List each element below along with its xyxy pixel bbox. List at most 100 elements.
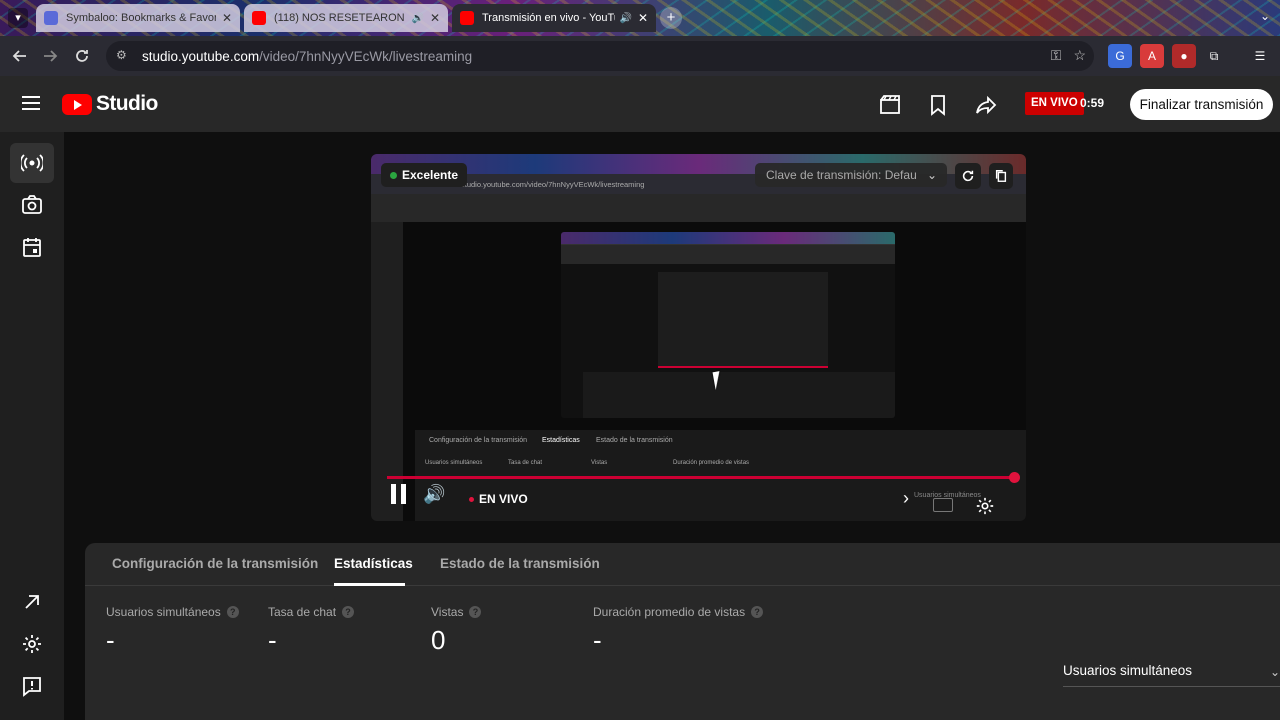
stream-health-label: Excelente xyxy=(402,168,459,182)
pause-button[interactable] xyxy=(391,484,406,504)
gear-icon xyxy=(23,635,41,653)
rail-item-feedback[interactable] xyxy=(10,666,54,706)
star-icon[interactable]: ☆ xyxy=(1073,47,1086,64)
chevron-down-icon: ⌄ xyxy=(1269,665,1280,679)
metric-views: Vistas? 0 xyxy=(431,605,482,656)
tab-selected-indicator xyxy=(334,583,405,586)
help-icon[interactable]: ? xyxy=(751,606,764,618)
metric-chat-rate: Tasa de chat? - xyxy=(268,605,355,656)
metric-value: - xyxy=(593,625,602,655)
refresh-icon xyxy=(962,170,974,182)
bookmark-icon[interactable] xyxy=(927,94,949,116)
share-icon[interactable] xyxy=(975,94,997,116)
tab-close-icon[interactable]: ✕ xyxy=(222,11,232,25)
url-host: studio.youtube.com xyxy=(142,48,260,64)
rail-item-live[interactable] xyxy=(10,143,54,183)
calendar-icon xyxy=(23,238,41,257)
mini-metric-chat: Tasa de chat xyxy=(508,460,543,466)
stream-key-dropdown[interactable]: Clave de transmisión: Defau ⌄ xyxy=(755,163,947,187)
mini-metric-duration: Duración promedio de vistas xyxy=(673,460,750,466)
preview-nested-capture xyxy=(561,232,895,418)
stream-panel: Configuración de la transmisión Estadíst… xyxy=(85,543,1280,720)
tab-title: Symbaloo: Bookmarks & Favor xyxy=(66,12,216,24)
translate-extension-icon[interactable]: G xyxy=(1108,44,1132,68)
studio-logo[interactable]: Studio xyxy=(62,92,158,116)
tab-search-menu-button[interactable]: ▾ xyxy=(8,8,28,28)
extension-red-icon[interactable]: ● xyxy=(1172,44,1196,68)
metric-avg-view-duration: Duración promedio de vistas? - xyxy=(593,605,764,656)
chevron-down-icon[interactable]: ⌄ xyxy=(1260,9,1270,23)
browser-tab-video[interactable]: (118) NOS RESETEARON LA 🔊 ✕ xyxy=(244,4,448,32)
rail-item-settings[interactable] xyxy=(10,624,54,664)
arrow-left-icon xyxy=(12,50,26,62)
subtitles-icon[interactable] xyxy=(933,498,953,512)
browser-tab-livestream[interactable]: Transmisión en vivo - YouTu 🔊 ✕ xyxy=(452,4,656,32)
help-icon[interactable]: ? xyxy=(342,606,355,618)
youtube-favicon-icon xyxy=(252,11,266,25)
live-status-badge: EN VIVO xyxy=(1025,92,1084,115)
tab-title: (118) NOS RESETEARON LA xyxy=(274,12,408,24)
live-indicator: EN VIVO xyxy=(469,492,528,506)
feedback-icon xyxy=(23,677,41,697)
nested-video xyxy=(658,272,828,368)
mouse-cursor-icon xyxy=(712,369,730,391)
tab-close-icon[interactable]: ✕ xyxy=(638,11,648,25)
browser-tab-symbaloo[interactable]: Symbaloo: Bookmarks & Favor ✕ xyxy=(36,4,240,32)
speaker-icon[interactable]: 🔊 xyxy=(411,13,423,24)
left-rail xyxy=(0,132,64,720)
url-path: /video/7hnNyyVEcWk/livestreaming xyxy=(259,48,473,64)
reload-button[interactable] xyxy=(66,40,98,72)
playback-progress-bar[interactable] xyxy=(387,472,1020,483)
chevron-right-icon[interactable]: › xyxy=(903,488,909,509)
metric-label: Usuarios simultáneos xyxy=(106,605,221,619)
chart-metric-select[interactable]: Usuarios simultáneos ⌄ xyxy=(1063,663,1280,687)
tab-stream-health[interactable]: Estado de la transmisión xyxy=(440,556,600,571)
browser-toolbar: ⚙ studio.youtube.com /video/7hnNyyVEcWk/… xyxy=(0,36,1280,76)
extension-badge-icon[interactable]: A xyxy=(1140,44,1164,68)
copy-button[interactable] xyxy=(989,163,1013,189)
address-bar[interactable]: ⚙ studio.youtube.com /video/7hnNyyVEcWk/… xyxy=(106,41,1094,71)
metric-value: - xyxy=(106,625,115,655)
reading-list-icon[interactable]: ☰ xyxy=(1248,44,1272,68)
preview-mirrored-header xyxy=(371,194,1026,222)
live-indicator-label: EN VIVO xyxy=(479,492,528,506)
metric-label: Vistas xyxy=(431,605,464,619)
tab-stream-settings[interactable]: Configuración de la transmisión xyxy=(112,556,318,571)
menu-hamburger-icon[interactable] xyxy=(22,96,40,110)
mini-tab-status: Estado de la transmisión xyxy=(596,437,673,444)
metric-label: Duración promedio de vistas xyxy=(593,605,746,619)
refresh-button[interactable] xyxy=(955,163,981,189)
gear-icon[interactable] xyxy=(975,496,995,516)
clapperboard-icon[interactable] xyxy=(879,94,901,116)
puzzle-extensions-icon[interactable]: ⧉ xyxy=(1202,44,1226,68)
help-icon[interactable]: ? xyxy=(469,606,482,618)
stream-health-badge: Excelente xyxy=(381,163,468,187)
tab-analytics[interactable]: Estadísticas xyxy=(334,556,413,571)
mini-metric-users: Usuarios simultáneos xyxy=(425,460,483,466)
help-icon[interactable]: ? xyxy=(226,606,239,618)
copy-icon xyxy=(995,170,1007,182)
rail-item-webcam[interactable] xyxy=(10,185,54,225)
mini-metric-views: Vistas xyxy=(591,460,608,466)
rail-item-managed[interactable] xyxy=(10,227,54,267)
tab-close-icon[interactable]: ✕ xyxy=(430,11,440,25)
metric-label: Tasa de chat xyxy=(268,605,337,619)
mini-tab-stats: Estadísticas xyxy=(542,437,580,444)
status-dot-icon xyxy=(390,171,397,179)
forward-button[interactable] xyxy=(34,40,66,72)
end-stream-button[interactable]: Finalizar transmisión xyxy=(1130,89,1273,120)
key-icon[interactable]: ⚿ xyxy=(1051,47,1062,64)
new-tab-button[interactable]: + xyxy=(660,7,682,29)
speaker-icon[interactable]: 🔊 xyxy=(619,13,631,24)
volume-icon[interactable]: 🔊 xyxy=(423,484,445,505)
rail-item-open-external[interactable] xyxy=(10,582,54,622)
stream-preview[interactable]: studio.youtube.com/video/7hnNyyVEcWk/liv… xyxy=(371,154,1026,521)
studio-logo-text: Studio xyxy=(96,92,158,115)
live-icon xyxy=(21,154,43,172)
arrow-right-icon xyxy=(44,50,58,62)
reload-icon xyxy=(76,50,88,62)
metric-concurrent-viewers: Usuarios simultáneos? - xyxy=(106,605,239,656)
site-info-icon[interactable]: ⚙ xyxy=(116,48,132,64)
nested-tabs xyxy=(583,372,895,418)
back-button[interactable] xyxy=(4,40,36,72)
